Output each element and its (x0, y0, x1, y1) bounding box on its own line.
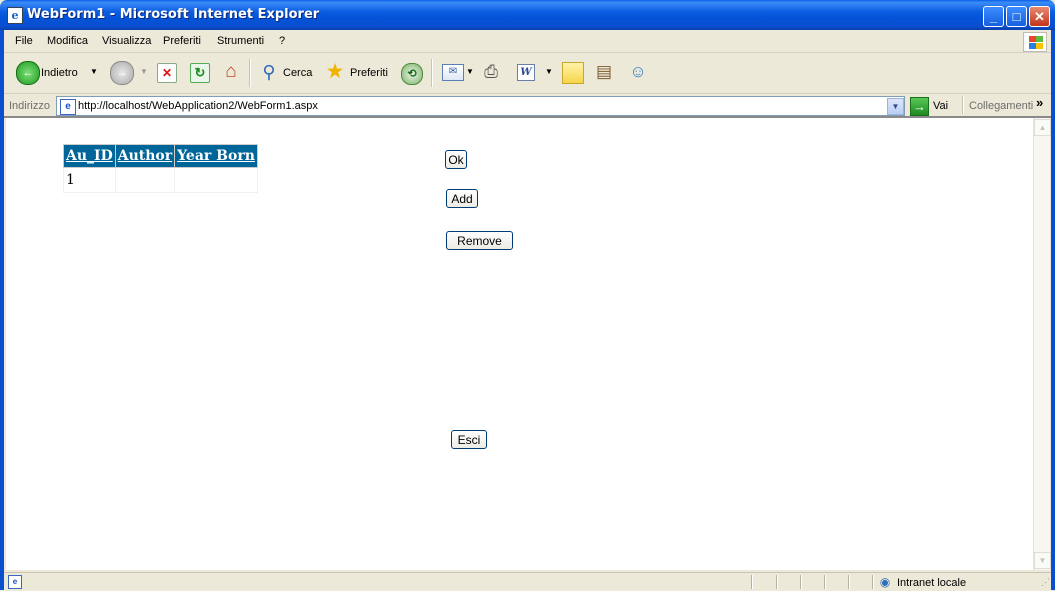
status-separator (848, 575, 850, 589)
messenger-icon[interactable]: ☺ (625, 61, 651, 83)
edit-dropdown-icon[interactable]: ▼ (545, 67, 553, 76)
links-separator (962, 96, 964, 114)
status-separator (776, 575, 778, 589)
title-bar[interactable]: e WebForm1 - Microsoft Internet Explorer… (0, 0, 1055, 30)
search-icon[interactable]: ⚲ (257, 61, 281, 83)
cell-year-born (174, 167, 258, 193)
links-label[interactable]: Collegamenti (969, 100, 1033, 112)
back-button-label[interactable]: Indietro (41, 67, 78, 79)
back-dropdown-icon[interactable]: ▼ (90, 67, 98, 76)
vertical-scrollbar[interactable]: ▲ ▼ (1033, 118, 1051, 570)
scroll-down-icon[interactable]: ▼ (1034, 552, 1051, 569)
go-button-label[interactable]: Vai (933, 100, 948, 112)
address-bar: Indirizzo e http://localhost/WebApplicat… (4, 94, 1051, 118)
table-row: 1 (63, 167, 258, 193)
address-url[interactable]: http://localhost/WebApplication2/WebForm… (78, 100, 318, 112)
stop-icon[interactable]: ✕ (157, 63, 177, 83)
edit-icon[interactable]: W (517, 64, 535, 81)
exit-button[interactable]: Esci (451, 430, 487, 449)
menu-modifica[interactable]: Modifica (47, 35, 88, 47)
zone-label: Intranet locale (897, 577, 967, 589)
search-button-label[interactable]: Cerca (283, 67, 312, 79)
forward-dropdown-icon[interactable]: ▼ (140, 67, 148, 76)
toolbar-separator (431, 59, 433, 87)
home-icon[interactable]: ⌂ (219, 61, 243, 83)
window-title: WebForm1 - Microsoft Internet Explorer (27, 7, 320, 22)
cell-author (114, 167, 176, 193)
mail-icon[interactable]: ✉ (442, 64, 464, 81)
status-bar: e ◉ Intranet locale ⋰ (4, 572, 1051, 591)
status-separator (751, 575, 753, 589)
ie-page-icon: e (7, 7, 23, 24)
resize-grip-icon[interactable]: ⋰ (1041, 577, 1050, 588)
column-header-year-born[interactable]: Year Born (174, 144, 258, 168)
remove-button[interactable]: Remove (446, 231, 513, 250)
column-header-au-id[interactable]: Au_ID (63, 144, 116, 168)
history-icon[interactable]: ⟲ (401, 63, 423, 85)
authors-grid: Au_ID Author Year Born 1 (63, 144, 258, 193)
standard-toolbar: ← Indietro ▼ → ▼ ✕ ↻ ⌂ ⚲ Cerca ★ Preferi… (4, 53, 1051, 94)
address-input[interactable]: e http://localhost/WebApplication2/WebFo… (56, 96, 905, 116)
page-status-icon: e (8, 575, 22, 589)
forward-icon[interactable]: → (110, 61, 134, 85)
favorites-button-label[interactable]: Preferiti (350, 67, 388, 79)
address-label: Indirizzo (9, 100, 50, 112)
print-icon[interactable]: ⎙ (479, 62, 503, 82)
back-icon[interactable]: ← (16, 61, 40, 85)
maximize-button[interactable]: □ (1006, 6, 1027, 27)
address-dropdown-icon[interactable]: ▼ (887, 98, 904, 115)
go-icon[interactable]: → (910, 97, 929, 116)
mail-dropdown-icon[interactable]: ▼ (466, 67, 474, 76)
research-icon[interactable]: ▤ (592, 61, 616, 83)
window-frame-right (1051, 30, 1055, 590)
windows-logo-icon (1023, 32, 1047, 52)
menu-file[interactable]: File (15, 35, 33, 47)
add-button[interactable]: Add (446, 189, 478, 208)
status-separator (800, 575, 802, 589)
page-icon: e (60, 99, 76, 115)
menu-bar: File Modifica Visualizza Preferiti Strum… (4, 30, 1051, 53)
intranet-zone-icon: ◉ (879, 575, 891, 589)
discuss-icon[interactable] (562, 62, 584, 84)
favorites-icon[interactable]: ★ (323, 61, 347, 83)
status-separator (872, 575, 874, 589)
minimize-button[interactable]: _ (983, 6, 1004, 27)
status-separator (824, 575, 826, 589)
ok-button[interactable]: Ok (445, 150, 467, 169)
links-chevron-icon[interactable]: » (1036, 95, 1043, 110)
menu-help[interactable]: ? (279, 35, 285, 47)
column-header-author[interactable]: Author (114, 144, 176, 168)
refresh-icon[interactable]: ↻ (190, 63, 210, 83)
scroll-up-icon[interactable]: ▲ (1034, 119, 1051, 136)
close-button[interactable]: ✕ (1029, 6, 1050, 27)
menu-preferiti[interactable]: Preferiti (163, 35, 201, 47)
menu-strumenti[interactable]: Strumenti (217, 35, 264, 47)
page-content: Au_ID Author Year Born 1 Ok Add Remove E… (6, 118, 1033, 570)
menu-visualizza[interactable]: Visualizza (102, 35, 151, 47)
cell-au-id: 1 (63, 167, 116, 193)
toolbar-separator (249, 59, 251, 87)
